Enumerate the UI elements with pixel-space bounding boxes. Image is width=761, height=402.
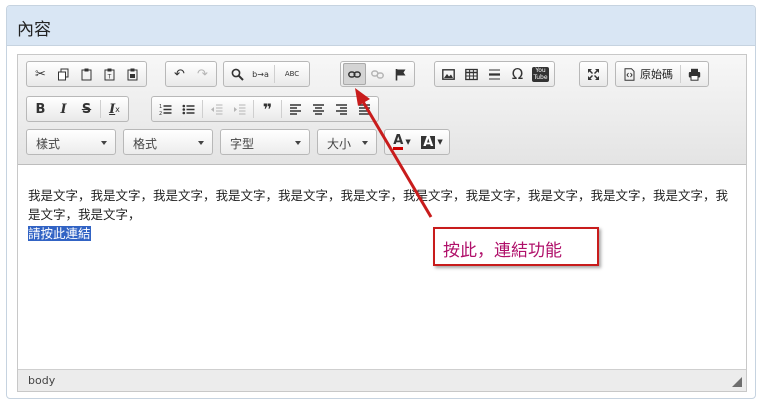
svg-text:2: 2 (159, 111, 162, 116)
svg-text:T: T (107, 73, 112, 80)
print-icon[interactable] (683, 63, 706, 85)
toolbar-separator (680, 65, 681, 83)
colors-group: A ▼ A ▼ (384, 129, 450, 155)
cut-icon[interactable]: ✂ (29, 63, 52, 85)
youtube-label-top: You (535, 67, 546, 74)
table-icon[interactable] (460, 63, 483, 85)
chevron-down-icon: ▼ (405, 138, 411, 146)
annotation-callout: 按此，連結功能 (433, 227, 599, 266)
undo-redo-group: ↶ ↷ (165, 61, 217, 87)
size-dropdown-label: 大小 (327, 137, 352, 151)
source-doc-icon (624, 67, 635, 81)
text-color-icon: A (393, 133, 404, 150)
paste-text-icon[interactable]: T (98, 63, 121, 85)
remove-format-button[interactable]: Ix (103, 98, 126, 120)
chevron-down-icon: ▼ (437, 138, 443, 146)
styles-dropdown-label: 樣式 (36, 137, 61, 151)
horizontal-rule-icon[interactable] (483, 63, 506, 85)
replace-icon[interactable]: b→a (249, 63, 272, 85)
selected-link-text[interactable]: 請按此連結 (28, 226, 91, 241)
indent-icon[interactable] (228, 98, 251, 120)
image-icon[interactable] (437, 63, 460, 85)
chevron-down-icon (198, 141, 204, 145)
bg-color-icon: A (421, 134, 436, 150)
anchor-flag-icon[interactable] (389, 63, 412, 85)
body-paragraph: 我是文字，我是文字，我是文字，我是文字，我是文字，我是文字，我是文字，我是文字，… (28, 188, 729, 222)
youtube-icon[interactable]: You Tube (529, 63, 552, 85)
bold-button[interactable]: B (29, 98, 52, 120)
element-path[interactable]: body (28, 374, 55, 387)
styles-dropdown[interactable]: 樣式 (26, 129, 116, 155)
remove-format-x: x (115, 104, 120, 114)
text-color-button[interactable]: A ▼ (387, 131, 417, 153)
format-dropdown[interactable]: 格式 (123, 129, 213, 155)
copy-icon[interactable] (52, 63, 75, 85)
selected-link-line: 請按此連結 (28, 224, 736, 243)
paste-icon[interactable] (75, 63, 98, 85)
rich-text-editor[interactable]: ✂ T ↶ ↷ b→a ABC Ω You Tube 原始碼 B I S I x… (17, 54, 747, 392)
clipboard-group: ✂ T (26, 61, 147, 87)
toolbar-separator (100, 100, 101, 118)
resize-grip-icon[interactable] (732, 377, 742, 387)
editor-statusbar: body (18, 369, 746, 391)
toolbar-separator (274, 65, 275, 83)
align-center-icon[interactable] (307, 98, 330, 120)
outdent-icon[interactable] (205, 98, 228, 120)
toolbar-separator (202, 100, 203, 118)
find-group: b→a ABC (223, 61, 310, 87)
maximize-group (579, 61, 608, 87)
chevron-down-icon (295, 141, 301, 145)
panel-title: 內容 (7, 6, 755, 46)
toolbar-separator (253, 100, 254, 118)
toolbar-separator (281, 100, 282, 118)
youtube-label-bottom: Tube (533, 74, 548, 81)
source-button[interactable]: 原始碼 (618, 63, 678, 85)
unlink-icon[interactable] (366, 63, 389, 85)
align-right-icon[interactable] (330, 98, 353, 120)
italic-button[interactable]: I (52, 98, 75, 120)
font-dropdown[interactable]: 字型 (220, 129, 310, 155)
link-icon[interactable] (343, 63, 366, 85)
search-icon[interactable] (226, 63, 249, 85)
align-left-icon[interactable] (284, 98, 307, 120)
size-dropdown[interactable]: 大小 (317, 129, 377, 155)
editor-toolbar: ✂ T ↶ ↷ b→a ABC Ω You Tube 原始碼 B I S I x… (18, 55, 746, 165)
bg-color-button[interactable]: A ▼ (417, 131, 447, 153)
content-panel: 內容 ✂ T ↶ ↷ b→a ABC Ω You Tube 原始碼 B I S … (6, 5, 756, 399)
redo-icon[interactable]: ↷ (191, 63, 214, 85)
chevron-down-icon (362, 141, 368, 145)
maximize-icon[interactable] (582, 63, 605, 85)
source-group: 原始碼 (615, 61, 709, 87)
font-dropdown-label: 字型 (230, 137, 255, 151)
bulleted-list-icon[interactable] (177, 98, 200, 120)
paragraph-group: 12 ❞ (151, 96, 379, 122)
insert-group: Ω You Tube (434, 61, 555, 87)
link-group (340, 61, 415, 87)
format-dropdown-label: 格式 (133, 137, 158, 151)
undo-icon[interactable]: ↶ (168, 63, 191, 85)
blockquote-icon[interactable]: ❞ (256, 98, 279, 120)
spellcheck-icon[interactable]: ABC (277, 63, 307, 85)
svg-text:1: 1 (159, 104, 162, 110)
chevron-down-icon (101, 141, 107, 145)
numbered-list-icon[interactable]: 12 (154, 98, 177, 120)
editor-content-area[interactable]: 我是文字，我是文字，我是文字，我是文字，我是文字，我是文字，我是文字，我是文字，… (18, 166, 746, 371)
special-char-icon[interactable]: Ω (506, 63, 529, 85)
source-label: 原始碼 (640, 68, 673, 81)
strike-button[interactable]: S (75, 98, 98, 120)
paste-word-icon[interactable] (121, 63, 144, 85)
justify-icon[interactable] (353, 98, 376, 120)
basic-styles-group: B I S Ix (26, 96, 129, 122)
